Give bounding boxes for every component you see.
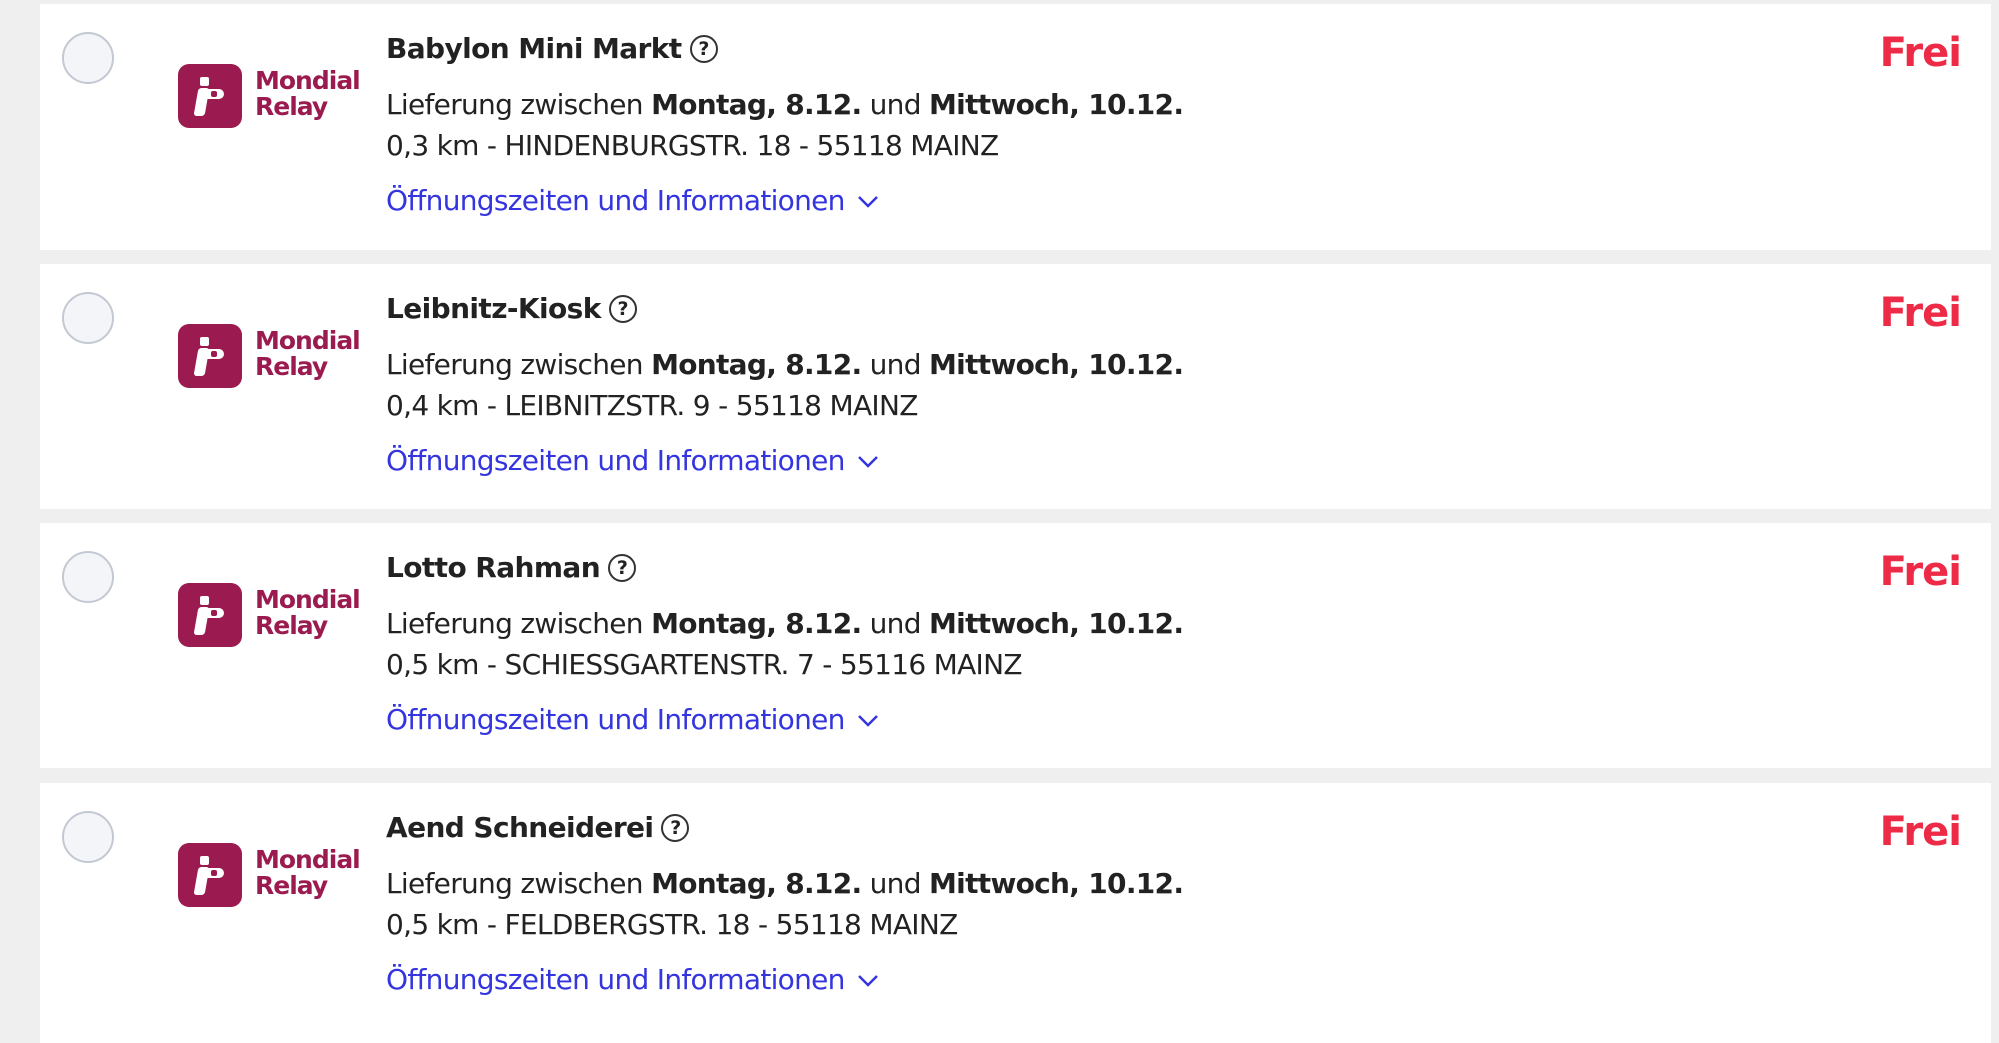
delivery-date-to: Mittwoch, 10.12. bbox=[929, 867, 1184, 900]
mondial-relay-logo-icon bbox=[178, 324, 242, 388]
mondial-relay-wordmark: Mondial Relay bbox=[255, 845, 361, 900]
chevron-down-icon bbox=[857, 455, 878, 468]
delivery-date-to: Mittwoch, 10.12. bbox=[929, 348, 1184, 381]
mondial-relay-wordmark: Mondial Relay bbox=[255, 326, 361, 381]
opening-hours-link[interactable]: Öffnungszeiten und Informationen bbox=[386, 703, 879, 736]
pickup-point-title: Aend Schneiderei ? bbox=[386, 811, 690, 844]
delivery-date-from: Montag, 8.12. bbox=[651, 867, 862, 900]
help-icon[interactable]: ? bbox=[608, 294, 637, 323]
mondial-relay-logo-icon bbox=[178, 583, 242, 647]
help-icon[interactable]: ? bbox=[661, 813, 690, 842]
delivery-date-from: Montag, 8.12. bbox=[651, 607, 862, 640]
chevron-down-icon bbox=[857, 195, 878, 208]
mondial-relay-wordmark: Mondial Relay bbox=[255, 585, 361, 640]
delivery-date-from: Montag, 8.12. bbox=[651, 88, 862, 121]
mondial-relay-logo: Mondial Relay bbox=[178, 322, 364, 392]
opening-hours-link[interactable]: Öffnungszeiten und Informationen bbox=[386, 184, 879, 217]
pickup-point-card[interactable]: Mondial Relay Lotto Rahman ? Lieferung zw… bbox=[40, 523, 1991, 768]
pickup-point-card[interactable]: Mondial Relay Aend Schneiderei ? Lieferun… bbox=[40, 783, 1991, 1043]
pickup-point-radio[interactable] bbox=[62, 811, 114, 863]
price-label: Frei bbox=[1879, 290, 1962, 336]
price-label: Frei bbox=[1879, 30, 1962, 76]
mondial-relay-logo-icon bbox=[178, 64, 242, 128]
delivery-window: Lieferung zwischen Montag, 8.12. und Mit… bbox=[386, 867, 1184, 900]
delivery-window: Lieferung zwischen Montag, 8.12. und Mit… bbox=[386, 348, 1184, 381]
pickup-point-radio[interactable] bbox=[62, 292, 114, 344]
mondial-relay-wordmark: Mondial Relay bbox=[255, 66, 361, 121]
pickup-point-name: Babylon Mini Markt bbox=[386, 32, 682, 65]
pickup-point-address: 0,5 km - FELDBERGSTR. 18 - 55118 MAINZ bbox=[386, 908, 958, 941]
pickup-point-address: 0,4 km - LEIBNITZSTR. 9 - 55118 MAINZ bbox=[386, 389, 918, 422]
mondial-relay-logo: Mondial Relay bbox=[178, 581, 364, 651]
mondial-relay-logo: Mondial Relay bbox=[178, 62, 364, 132]
opening-hours-link[interactable]: Öffnungszeiten und Informationen bbox=[386, 963, 879, 996]
price-label: Frei bbox=[1879, 809, 1962, 855]
pickup-point-radio[interactable] bbox=[62, 32, 114, 84]
delivery-date-to: Mittwoch, 10.12. bbox=[929, 88, 1184, 121]
delivery-date-from: Montag, 8.12. bbox=[651, 348, 862, 381]
help-icon[interactable]: ? bbox=[689, 34, 718, 63]
mondial-relay-logo: Mondial Relay bbox=[178, 841, 364, 911]
delivery-window: Lieferung zwischen Montag, 8.12. und Mit… bbox=[386, 607, 1184, 640]
pickup-point-card[interactable]: Mondial Relay Leibnitz-Kiosk ? Lieferung … bbox=[40, 264, 1991, 509]
pickup-point-address: 0,5 km - SCHIESSGARTENSTR. 7 - 55116 MAI… bbox=[386, 648, 1023, 681]
pickup-point-name: Aend Schneiderei bbox=[386, 811, 654, 844]
chevron-down-icon bbox=[857, 714, 878, 727]
mondial-relay-logo-icon bbox=[178, 843, 242, 907]
delivery-date-to: Mittwoch, 10.12. bbox=[929, 607, 1184, 640]
pickup-point-address: 0,3 km - HINDENBURGSTR. 18 - 55118 MAINZ bbox=[386, 129, 999, 162]
opening-hours-link[interactable]: Öffnungszeiten und Informationen bbox=[386, 444, 879, 477]
pickup-point-name: Lotto Rahman bbox=[386, 551, 601, 584]
delivery-window: Lieferung zwischen Montag, 8.12. und Mit… bbox=[386, 88, 1184, 121]
pickup-point-title: Leibnitz-Kiosk ? bbox=[386, 292, 637, 325]
help-icon[interactable]: ? bbox=[608, 553, 637, 582]
pickup-point-radio[interactable] bbox=[62, 551, 114, 603]
pickup-point-name: Leibnitz-Kiosk bbox=[386, 292, 601, 325]
pickup-point-card[interactable]: Mondial Relay Babylon Mini Markt ? Liefer… bbox=[40, 4, 1991, 250]
pickup-point-title: Babylon Mini Markt ? bbox=[386, 32, 718, 65]
price-label: Frei bbox=[1879, 549, 1962, 595]
chevron-down-icon bbox=[857, 974, 878, 987]
pickup-point-title: Lotto Rahman ? bbox=[386, 551, 637, 584]
